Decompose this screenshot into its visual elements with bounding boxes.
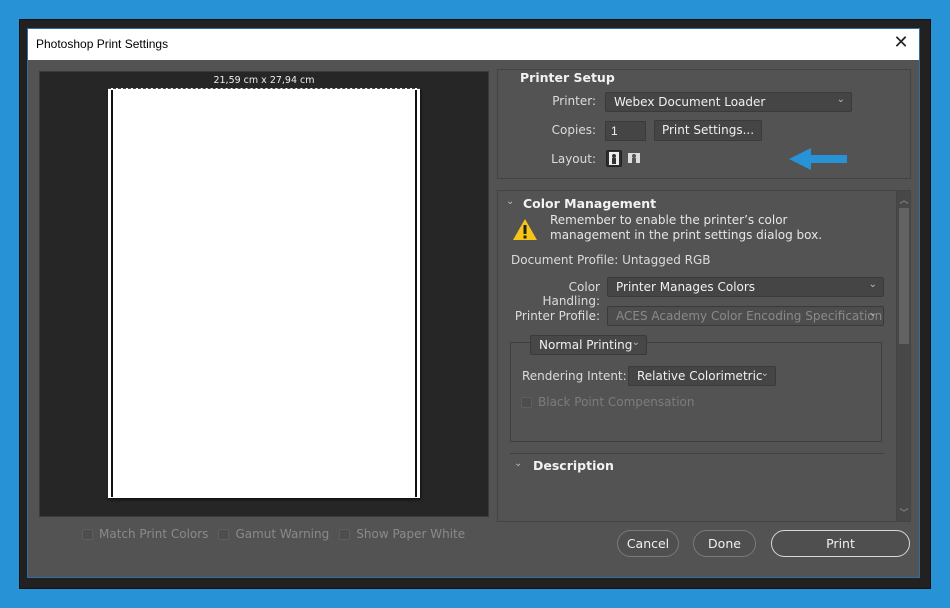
color-handling-select[interactable]: Printer Manages Colors ⌄ xyxy=(607,277,884,297)
collapse-chevron-icon[interactable]: ⌄ xyxy=(506,196,514,207)
warning-line-1: Remember to enable the printer’s color xyxy=(550,213,788,227)
show-paper-white-checkbox[interactable]: Show Paper White xyxy=(339,527,465,541)
copies-input[interactable] xyxy=(605,121,646,141)
print-preview: 21,59 cm x 27,94 cm xyxy=(39,71,489,517)
printer-profile-select[interactable]: ACES Academy Color Encoding Specificatio… xyxy=(607,306,884,326)
checkbox-box[interactable] xyxy=(339,528,351,540)
checkbox-label: Match Print Colors xyxy=(99,527,209,541)
scroll-up-icon[interactable]: ︿ xyxy=(897,193,910,206)
print-mode-value: Normal Printing xyxy=(539,338,633,352)
document-profile: Document Profile: Untagged RGB xyxy=(511,253,711,267)
checkbox-label: Show Paper White xyxy=(356,527,466,541)
cancel-button[interactable]: Cancel xyxy=(617,530,679,557)
close-icon[interactable]: ✕ xyxy=(891,33,911,53)
print-mode-select[interactable]: Normal Printing ⌄ xyxy=(530,335,647,355)
checkbox-box[interactable] xyxy=(521,396,532,408)
title-bar: Photoshop Print Settings ✕ xyxy=(28,29,919,60)
portrait-icon[interactable] xyxy=(606,150,622,167)
printer-label: Printer: xyxy=(552,94,596,108)
printer-profile-label: Printer Profile: xyxy=(514,309,600,323)
scroll-down-icon[interactable]: ﹀ xyxy=(897,506,910,519)
landscape-icon[interactable] xyxy=(627,151,643,168)
gamut-warning-checkbox[interactable]: Gamut Warning xyxy=(218,527,329,541)
print-button[interactable]: Print xyxy=(771,530,910,557)
checkbox-box[interactable] xyxy=(82,528,93,540)
chevron-down-icon: ⌄ xyxy=(868,308,877,319)
rendering-intent-select[interactable]: Relative Colorimetric ⌄ xyxy=(628,366,776,386)
section-divider xyxy=(510,453,884,454)
warning-icon xyxy=(513,219,537,240)
scroll-thumb[interactable] xyxy=(899,208,909,344)
preview-options: Match Print Colors Gamut Warning Show Pa… xyxy=(82,527,465,541)
printer-select[interactable]: Webex Document Loader ⌄ xyxy=(605,92,852,112)
printer-profile-value: ACES Academy Color Encoding Specificatio… xyxy=(616,309,884,323)
done-button[interactable]: Done xyxy=(693,530,756,557)
rendering-intent-label: Rendering Intent: xyxy=(522,369,627,383)
paper-size-label: 21,59 cm x 27,94 cm xyxy=(213,75,315,86)
layout-label: Layout: xyxy=(551,152,596,166)
checkbox-label: Gamut Warning xyxy=(235,527,330,541)
black-point-compensation-checkbox[interactable]: Black Point Compensation xyxy=(521,395,695,409)
rendering-intent-value: Relative Colorimetric xyxy=(637,369,763,383)
printer-setup-heading: Printer Setup xyxy=(520,70,615,85)
copies-label: Copies: xyxy=(551,123,596,137)
paper-margin-left xyxy=(111,90,113,497)
scrollbar[interactable]: ︿ ﹀ xyxy=(896,191,910,521)
arrow-annotation-icon xyxy=(789,148,847,170)
description-heading: Description xyxy=(533,458,614,473)
checkbox-label: Black Point Compensation xyxy=(538,395,695,409)
color-management-section: ⌄ Color Management Remember to enable th… xyxy=(497,190,911,522)
color-handling-value: Printer Manages Colors xyxy=(616,280,756,294)
match-print-colors-checkbox[interactable]: Match Print Colors xyxy=(82,527,208,541)
print-settings-button[interactable]: Print Settings... xyxy=(654,120,762,141)
chevron-down-icon: ⌄ xyxy=(836,94,845,105)
window-title: Photoshop Print Settings xyxy=(36,37,169,51)
warning-line-2: management in the print settings dialog … xyxy=(550,228,823,242)
warning-message: Remember to enable the printer’s color m… xyxy=(550,213,822,243)
print-settings-dialog: Photoshop Print Settings ✕ 21,59 cm x 27… xyxy=(27,28,920,578)
expand-chevron-icon[interactable]: ⌄ xyxy=(514,458,522,469)
color-management-heading: Color Management xyxy=(523,196,657,211)
chevron-down-icon: ⌄ xyxy=(760,368,769,379)
chevron-down-icon: ⌄ xyxy=(631,337,640,348)
printing-options-group xyxy=(510,342,882,442)
color-handling-label: Color Handling: xyxy=(542,280,600,308)
paper-margin-right xyxy=(415,90,417,497)
printer-value: Webex Document Loader xyxy=(614,95,766,109)
paper-preview xyxy=(108,88,420,498)
chevron-down-icon: ⌄ xyxy=(868,279,877,290)
checkbox-box[interactable] xyxy=(218,528,230,540)
